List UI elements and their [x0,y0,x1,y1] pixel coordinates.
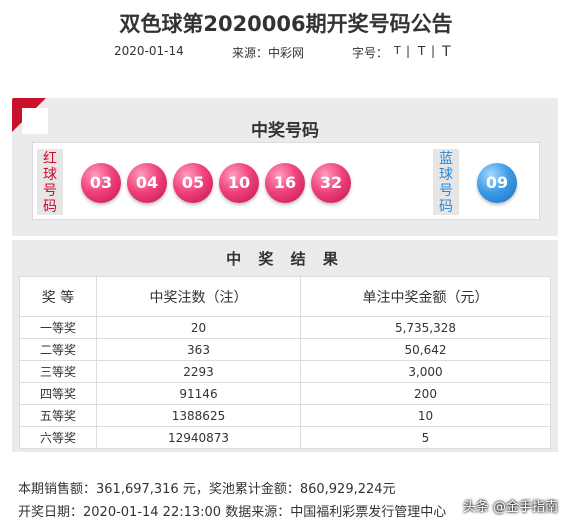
prize-amount-cell: 50,642 [300,338,551,361]
red-ball: 04 [127,163,167,203]
prize-tier-cell: 六等奖 [19,426,97,449]
winner-count-cell: 91146 [96,382,301,405]
prize-table: 奖 等 中奖注数（注） 单注中奖金额（元） 一等奖 20 5,735,328 二… [19,276,551,449]
ball-strip: 红球号码 03 04 05 10 16 32 蓝球号码 09 [32,142,540,220]
red-ball: 03 [81,163,121,203]
table-row: 六等奖 12940873 5 [19,426,551,449]
blue-ball-label: 蓝球号码 [433,149,459,215]
red-ball-label: 红球号码 [37,149,63,215]
publish-date: 2020-01-14 [114,44,184,58]
blue-ball: 09 [477,163,517,203]
column-header-amount: 单注中奖金额（元） [300,276,551,317]
page-title: 双色球第2020006期开奖号码公告 [119,12,453,36]
font-size-label: 字号： [352,46,389,60]
table-header-row: 奖 等 中奖注数（注） 单注中奖金额（元） [19,276,551,317]
prize-amount-cell: 200 [300,382,551,405]
prize-amount-cell: 10 [300,404,551,427]
prize-amount-cell: 5 [300,426,551,449]
red-ball: 16 [265,163,305,203]
winner-count-cell: 1388625 [96,404,301,427]
table-row: 四等奖 91146 200 [19,382,551,405]
table-row: 一等奖 20 5,735,328 [19,316,551,339]
prize-amount-cell: 5,735,328 [300,316,551,339]
winning-numbers-heading: 中奖号码 [251,121,319,141]
red-ball: 32 [311,163,351,203]
table-row: 二等奖 363 50,642 [19,338,551,361]
prize-results-heading: 中 奖 结 果 [226,250,344,268]
prize-tier-cell: 一等奖 [19,316,97,339]
prize-tier-cell: 四等奖 [19,382,97,405]
prize-amount-cell: 3,000 [300,360,551,383]
draw-info: 开奖日期：2020-01-14 22:13:00 数据来源：中国福利彩票发行管理… [18,505,447,520]
table-row: 三等奖 2293 3,000 [19,360,551,383]
winning-numbers-panel: 中奖号码 红球号码 03 04 05 10 16 32 蓝球号码 09 [12,98,558,236]
table-row: 五等奖 1388625 10 [19,404,551,427]
prize-results-panel: 中 奖 结 果 奖 等 中奖注数（注） 单注中奖金额（元） 一等奖 20 5,7… [12,240,558,452]
font-size-separator: | [431,44,436,58]
winner-count-cell: 363 [96,338,301,361]
font-size-separator: | [406,44,411,58]
source-label: 来源：中彩网 [232,46,305,60]
font-size-small-button[interactable]: T [394,44,401,57]
watermark: 头条 @金手指南 [462,500,558,515]
prize-tier-cell: 五等奖 [19,404,97,427]
red-ball: 10 [219,163,259,203]
column-header-winners: 中奖注数（注） [96,276,301,317]
font-size-medium-button[interactable]: T [418,44,425,58]
winner-count-cell: 2293 [96,360,301,383]
winner-count-cell: 12940873 [96,426,301,449]
column-header-tier: 奖 等 [19,276,97,317]
sales-summary: 本期销售额：361,697,316 元，奖池累计金额：860,929,224元 [18,482,396,497]
font-size-large-button[interactable]: T [442,44,451,60]
prize-tier-cell: 三等奖 [19,360,97,383]
red-ball: 05 [173,163,213,203]
prize-tier-cell: 二等奖 [19,338,97,361]
winner-count-cell: 20 [96,316,301,339]
